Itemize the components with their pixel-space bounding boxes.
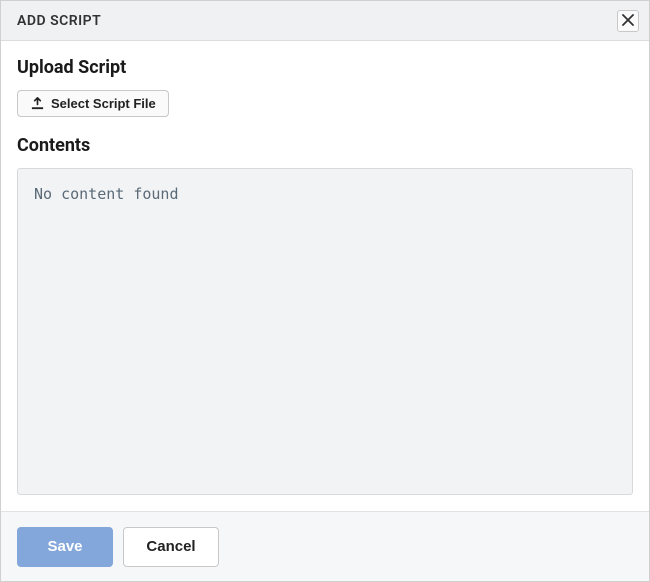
select-file-label: Select Script File	[51, 96, 156, 111]
dialog-body: Upload Script Select Script File Content…	[1, 41, 649, 511]
dialog-footer: Save Cancel	[1, 511, 649, 581]
close-button[interactable]	[617, 10, 639, 32]
cancel-button-label: Cancel	[146, 538, 195, 555]
script-contents-placeholder: No content found	[34, 185, 616, 203]
save-button[interactable]: Save	[17, 527, 113, 567]
save-button-label: Save	[47, 538, 82, 555]
close-icon	[622, 11, 634, 30]
cancel-button[interactable]: Cancel	[123, 527, 219, 567]
titlebar: ADD SCRIPT	[1, 1, 649, 41]
contents-heading: Contents	[17, 135, 633, 156]
upload-icon	[30, 96, 45, 111]
script-contents-box[interactable]: No content found	[17, 168, 633, 495]
upload-heading: Upload Script	[17, 57, 633, 78]
select-script-file-button[interactable]: Select Script File	[17, 90, 169, 117]
dialog-title: ADD SCRIPT	[17, 13, 101, 29]
add-script-dialog: ADD SCRIPT Upload Script Select Script F…	[0, 0, 650, 582]
